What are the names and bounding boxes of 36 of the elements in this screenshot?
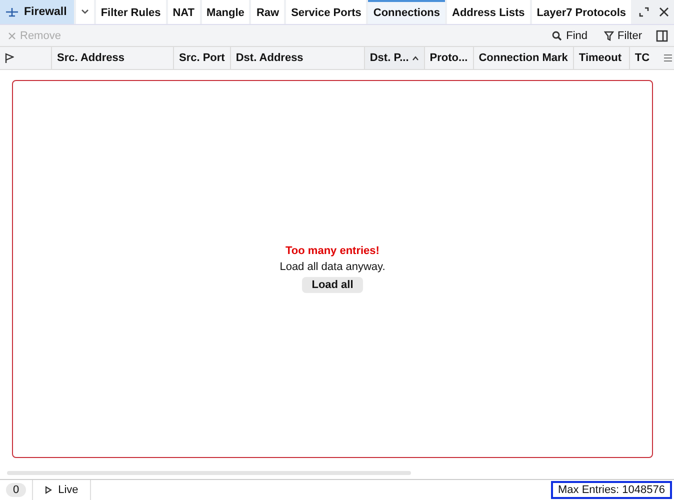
- max-entries-label[interactable]: Max Entries: 1048576: [550, 481, 672, 499]
- count-badge: 0: [6, 483, 26, 497]
- load-all-button[interactable]: Load all: [302, 277, 364, 293]
- close-icon[interactable]: [659, 7, 669, 17]
- menu-icon[interactable]: [664, 54, 672, 62]
- network-icon: [5, 5, 19, 19]
- filter-button[interactable]: Filter: [602, 30, 644, 42]
- warning-message: Load all data anyway.: [280, 261, 386, 273]
- flag-icon: [5, 53, 14, 63]
- tab[interactable]: Filter Rules: [96, 0, 166, 24]
- app-tab[interactable]: Firewall: [0, 0, 74, 24]
- tab[interactable]: Mangle: [202, 0, 250, 24]
- caret-icon[interactable]: [80, 9, 89, 15]
- filter-icon: [604, 30, 614, 40]
- expand-icon[interactable]: [639, 7, 649, 17]
- column-header[interactable]: Src. Address: [52, 47, 174, 69]
- column-header[interactable]: Src. Port: [174, 47, 231, 69]
- column-header[interactable]: Timeout: [574, 47, 630, 69]
- tab[interactable]: Address Lists: [447, 0, 530, 24]
- tab[interactable]: NAT: [168, 0, 200, 24]
- play-icon: [45, 486, 52, 494]
- warning-title: Too many entries!: [286, 245, 380, 257]
- tab[interactable]: Layer7 Protocols: [532, 0, 632, 24]
- tab[interactable]: Raw: [251, 0, 284, 24]
- column-header[interactable]: Connection Mark: [474, 47, 574, 69]
- sort-icon: [412, 56, 419, 60]
- close-icon: [8, 32, 16, 40]
- column-header[interactable]: TC: [630, 47, 674, 69]
- tab[interactable]: Service Ports: [286, 0, 366, 24]
- panel-icon[interactable]: [656, 30, 668, 42]
- live-button[interactable]: Live: [33, 480, 92, 500]
- column-header[interactable]: Dst. P...: [364, 47, 425, 69]
- column-header[interactable]: Proto...: [424, 47, 474, 69]
- search-icon: [552, 30, 562, 40]
- find-button[interactable]: Find: [550, 30, 590, 42]
- tab[interactable]: Connections: [368, 0, 446, 24]
